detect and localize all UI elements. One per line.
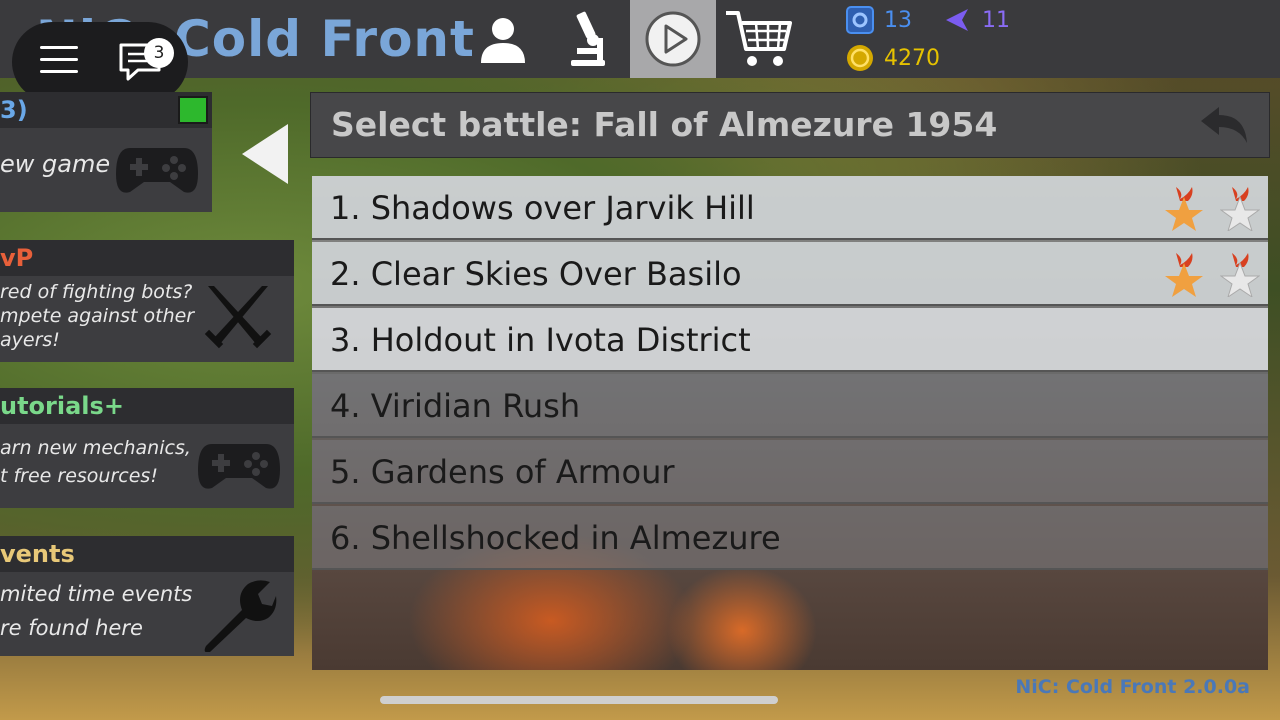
status-indicator (178, 96, 208, 124)
battle-item-label: 1. Shadows over Jarvik Hill (330, 189, 755, 227)
research-button[interactable] (552, 6, 622, 72)
play-button[interactable] (630, 0, 716, 78)
star-earned-icon (1165, 187, 1203, 231)
battle-item-label: 6. Shellshocked in Almezure (330, 519, 781, 557)
battle-list: 1. Shadows over Jarvik Hill 2. Clear Ski… (312, 176, 1268, 670)
battle-item[interactable]: 4. Viridian Rush (312, 374, 1268, 438)
gear-count: 13 (884, 7, 912, 33)
coins-currency: 4270 (846, 44, 940, 72)
pvp-header: vP (0, 240, 294, 276)
pvp-panel[interactable]: vP red of fighting bots? mpete against o… (0, 240, 294, 362)
gamepad-icon (198, 444, 280, 489)
star-earned-icon (1165, 253, 1203, 297)
star-empty-icon (1220, 187, 1260, 231)
pvp-desc-3: ayers! (0, 329, 60, 351)
back-arrow-icon[interactable] (1199, 105, 1251, 145)
tutorials-desc-2: t free resources! (0, 465, 158, 487)
gamepad-icon (116, 148, 198, 193)
events-desc-1: mited time events (0, 582, 193, 606)
tutorials-header: utorials+ (0, 388, 294, 424)
cart-icon (726, 11, 792, 66)
battle-item[interactable]: 2. Clear Skies Over Basilo (312, 242, 1268, 306)
microscope-icon (571, 11, 605, 66)
play-icon (645, 11, 701, 67)
top-bar: NiC: Cold Front 13 11 4270 (0, 0, 1280, 78)
version-label: NiC: Cold Front 2.0.0a (1015, 676, 1250, 698)
home-indicator[interactable] (380, 696, 778, 704)
chat-badge: 3 (144, 38, 174, 68)
battle-item[interactable]: 1. Shadows over Jarvik Hill (312, 176, 1268, 240)
events-panel[interactable]: vents mited time events re found here (0, 536, 294, 656)
new-game-label: ew game (0, 150, 111, 178)
new-game-panel[interactable]: 3) ew game (0, 92, 212, 212)
wrench-icon (204, 580, 277, 652)
profile-button[interactable] (468, 6, 538, 72)
star-empty-icon (1220, 253, 1260, 297)
hamburger-menu-icon[interactable] (40, 44, 78, 76)
battle-item[interactable]: 5. Gardens of Armour (312, 440, 1268, 504)
tutorials-panel[interactable]: utorials+ arn new mechanics, t free reso… (0, 388, 294, 508)
coin-icon (847, 45, 873, 71)
battle-item-label: 4. Viridian Rush (330, 387, 581, 425)
events-header: vents (0, 536, 294, 572)
pvp-desc-2: mpete against other (0, 305, 195, 327)
gear-currency: 13 (846, 6, 912, 34)
tutorials-desc-1: arn new mechanics, (0, 437, 191, 459)
events-desc-2: re found here (0, 616, 143, 640)
intel-currency: 11 (944, 6, 1010, 34)
battle-item-label: 5. Gardens of Armour (330, 453, 675, 491)
battle-header: Select battle: Fall of Almezure 1954 (310, 92, 1270, 158)
crossed-swords-icon (204, 286, 272, 349)
intel-icon (946, 9, 968, 31)
battle-item[interactable]: 3. Holdout in Ivota District (312, 308, 1268, 372)
collapse-arrow-button[interactable] (242, 124, 288, 184)
coins-count: 4270 (884, 45, 940, 71)
pvp-desc-1: red of fighting bots? (0, 281, 193, 303)
shop-button[interactable] (724, 6, 794, 72)
person-icon (481, 18, 525, 63)
battle-item-label: 2. Clear Skies Over Basilo (330, 255, 742, 293)
battle-title: Select battle: Fall of Almezure 1954 (331, 105, 998, 144)
battle-item-label: 3. Holdout in Ivota District (330, 321, 751, 359)
gear-icon (846, 6, 874, 34)
intel-count: 11 (982, 7, 1010, 33)
battle-item[interactable]: 6. Shellshocked in Almezure (312, 506, 1268, 570)
